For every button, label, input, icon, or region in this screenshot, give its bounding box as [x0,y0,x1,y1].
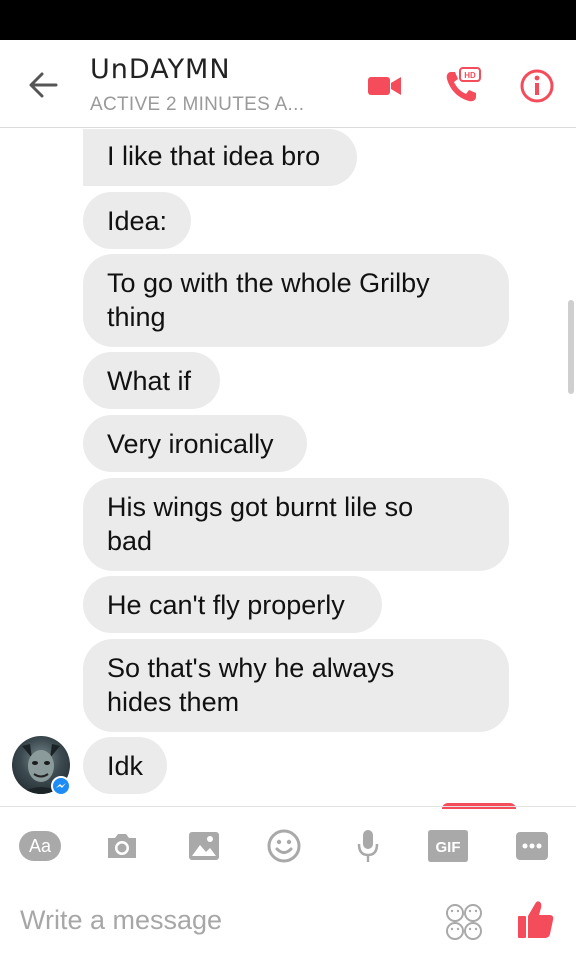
composer-divider [0,806,576,807]
text-button-label: Aa [29,836,52,856]
emoji-picker-icon[interactable] [444,902,484,942]
more-options-icon[interactable] [510,826,554,866]
message-bubble[interactable]: So that's why he always hides them [83,639,509,732]
message-bubble[interactable]: What if [83,352,220,409]
emoji-icon[interactable] [262,826,306,866]
info-icon[interactable] [517,66,557,106]
conversation-header: UnDAYMN ACTIVE 2 MINUTES A... HD [0,40,576,128]
scrollbar[interactable] [568,300,574,394]
message-bubble[interactable]: Very ironically [83,415,307,472]
thumbs-up-icon[interactable] [516,898,556,942]
text-button[interactable]: Aa [18,826,62,866]
message-bubble[interactable]: He can't fly properly [83,576,382,633]
composer-toolbar: Aa GIF [0,812,576,878]
messenger-badge-icon [51,776,71,796]
camera-icon[interactable] [100,826,144,866]
hd-badge-text: HD [464,71,476,80]
contact-name[interactable]: UnDAYMN [90,54,231,85]
microphone-icon[interactable] [346,826,390,866]
gif-button-label: GIF [436,839,461,856]
message-bubble[interactable]: Idk [83,737,167,794]
hd-voice-call-icon[interactable]: HD [440,66,484,106]
status-bar [0,0,576,40]
message-bubble[interactable]: To go with the whole Grilby thing [83,254,509,347]
message-bubble[interactable]: Idea: [83,192,191,249]
message-bubble[interactable]: His wings got burnt lile so bad [83,478,509,571]
back-arrow-icon[interactable] [26,68,60,102]
active-status: ACTIVE 2 MINUTES A... [90,94,305,115]
gif-button[interactable]: GIF [426,826,470,866]
video-call-icon[interactable] [365,66,405,106]
gallery-icon[interactable] [182,826,226,866]
message-bubble[interactable]: I like that idea bro [83,129,357,186]
message-input[interactable]: Write a message [20,905,222,936]
